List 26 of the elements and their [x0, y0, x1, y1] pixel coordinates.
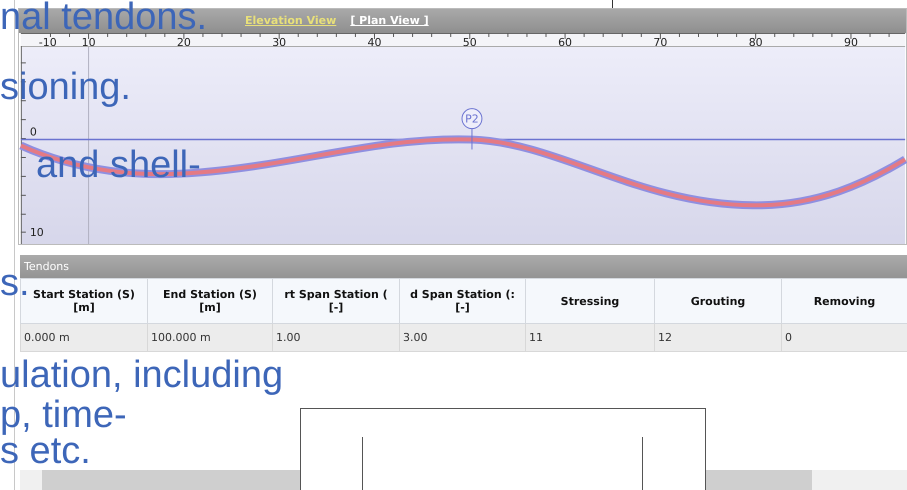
table-cell: 12 [654, 324, 782, 352]
column-header[interactable]: Grouting [654, 278, 782, 324]
column-header[interactable]: rt Span Station ( [-] [272, 278, 400, 324]
table-cell: 0.000 m [20, 324, 148, 352]
axis-label: 0 [30, 125, 37, 138]
axis-label: 90 [844, 36, 858, 49]
table-cell: 0 [782, 324, 907, 352]
table-cell: 11 [526, 324, 654, 352]
overlay-text: s etc. [0, 434, 91, 468]
axis-label: 80 [748, 36, 763, 49]
column-header[interactable]: Removing [782, 278, 907, 324]
column-header[interactable]: d Span Station (: [-] [400, 278, 526, 324]
axis-label: 20 [176, 36, 191, 49]
axis-label: 10 [30, 226, 44, 240]
axis-label: 40 [368, 36, 382, 49]
axis-label: 60 [558, 36, 572, 49]
table-cell: 1.00 [272, 324, 400, 352]
axis-label: 70 [653, 36, 668, 49]
table-cell: 100.000 m [148, 324, 272, 352]
column-header[interactable]: Stressing [526, 278, 654, 324]
axis-label: 30 [272, 36, 286, 49]
axis-label: 50 [462, 36, 477, 49]
column-header[interactable]: End Station (S) [m] [148, 278, 272, 324]
table-cell: 3.00 [400, 324, 526, 352]
axis-label: 10 [82, 36, 96, 49]
axis-label: -10 [38, 36, 57, 49]
